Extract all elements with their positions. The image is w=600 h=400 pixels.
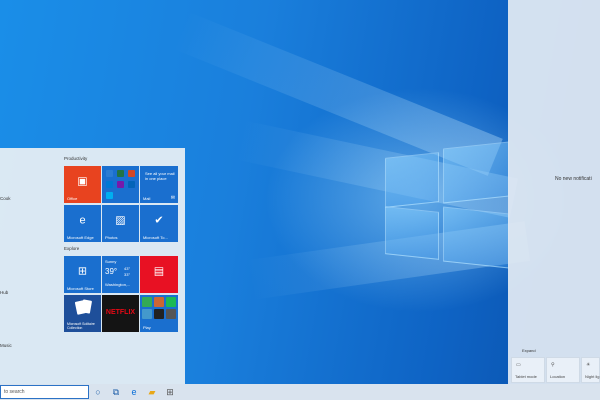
expand-link[interactable]: Expand [522, 348, 536, 353]
weather-high: 43° [124, 266, 131, 271]
tile-label: Photos [105, 235, 118, 240]
tile-label: Mail [143, 196, 151, 201]
tile-label: Microsoft To... [143, 235, 168, 240]
store-taskbar-icon[interactable]: ⊞ [164, 386, 176, 398]
app-list-item[interactable]: Hub [0, 290, 8, 295]
quick-action-location[interactable]: ⚲ Location [546, 357, 580, 383]
powerpoint-icon [128, 170, 135, 177]
weather-tile[interactable]: Sunny 39° 43° 33° Washington,... [102, 256, 139, 293]
play-tile[interactable]: Play [140, 295, 178, 332]
game-icon [142, 309, 152, 319]
store-icon: ⊞ [77, 265, 88, 278]
start-menu: Cook Hub Music Productivity ▣ Office See… [0, 148, 185, 384]
app-list-item[interactable]: Music [0, 343, 12, 348]
photos-icon: ▨ [115, 214, 126, 227]
search-box[interactable]: to search [0, 385, 89, 399]
tile-label: Microsoft Store [67, 286, 94, 291]
outlook-icon [106, 181, 113, 188]
windows-logo-pane [443, 206, 509, 269]
game-icon [154, 297, 164, 307]
no-notifications-text: No new notificati [555, 176, 592, 182]
game-icon [154, 309, 164, 319]
todo-icon: ✔ [154, 214, 164, 227]
office-apps-tile[interactable] [102, 166, 139, 203]
windows-logo-pane [385, 152, 439, 208]
app-list: Cook Hub Music [0, 148, 58, 384]
spotify-icon [166, 297, 176, 307]
taskbar: to search ○ ⧉ e ▰ ⊞ [0, 384, 600, 400]
edge-taskbar-icon[interactable]: e [128, 386, 140, 398]
task-view-icon[interactable]: ⧉ [110, 386, 122, 398]
mail-icon: ✉ [170, 195, 175, 201]
excel-icon [117, 170, 124, 177]
netflix-tile[interactable]: NETFLIX [102, 295, 139, 332]
news-tile[interactable]: ▤ [140, 256, 178, 293]
weather-temp: 39° [105, 267, 118, 276]
onedrive-icon [128, 181, 135, 188]
action-center: No new notificati Expand ▭ Tablet mode ⚲… [508, 0, 600, 384]
mail-promo-text: See all your mail in one place [145, 171, 175, 181]
night-light-icon: ☀ [586, 362, 591, 368]
windows-logo-pane [385, 206, 439, 260]
solitaire-tile[interactable]: Microsoft Solitaire Collection [64, 295, 101, 332]
group-label-explore: Explore [64, 246, 80, 251]
edge-icon: e [79, 214, 86, 227]
quick-action-label: Tablet mode [515, 374, 537, 379]
weather-low: 33° [124, 272, 131, 277]
app-list-item[interactable]: Cook [0, 196, 11, 201]
todo-tile[interactable]: ✔ Microsoft To... [140, 205, 178, 242]
news-icon: ▤ [153, 265, 165, 278]
group-label-productivity: Productivity [64, 156, 88, 161]
card-icon [80, 299, 93, 314]
onenote-icon [117, 181, 124, 188]
windows-logo-pane [443, 141, 509, 204]
quick-action-tablet-mode[interactable]: ▭ Tablet mode [511, 357, 545, 383]
mail-tile[interactable]: See all your mail in one place Mail ✉ [140, 166, 178, 203]
word-icon [106, 170, 113, 177]
game-icon [142, 297, 152, 307]
weather-city: Washington,... [105, 282, 131, 287]
office-icon: ▣ [77, 175, 88, 188]
tile-label: Play [143, 325, 151, 330]
file-explorer-icon[interactable]: ▰ [146, 386, 158, 398]
tile-label: Microsoft Solitaire Collection [67, 322, 95, 330]
netflix-logo: NETFLIX [105, 309, 136, 316]
store-tile[interactable]: ⊞ Microsoft Store [64, 256, 101, 293]
game-icon [166, 309, 176, 319]
quick-action-label: Night lig [585, 374, 600, 379]
cortana-icon[interactable]: ○ [92, 386, 104, 398]
quick-action-label: Location [550, 374, 566, 379]
search-placeholder: to search [4, 389, 25, 395]
edge-tile[interactable]: e Microsoft Edge [64, 205, 101, 242]
skype-icon [106, 192, 113, 199]
weather-condition: Sunny [105, 259, 117, 264]
quick-action-night-light[interactable]: ☀ Night lig [581, 357, 600, 383]
photos-tile[interactable]: ▨ Photos [102, 205, 139, 242]
tile-label: Microsoft Edge [67, 235, 94, 240]
office-tile[interactable]: ▣ Office [64, 166, 101, 203]
location-icon: ⚲ [551, 362, 555, 368]
tablet-mode-icon: ▭ [516, 362, 521, 368]
tile-label: Office [67, 196, 78, 201]
